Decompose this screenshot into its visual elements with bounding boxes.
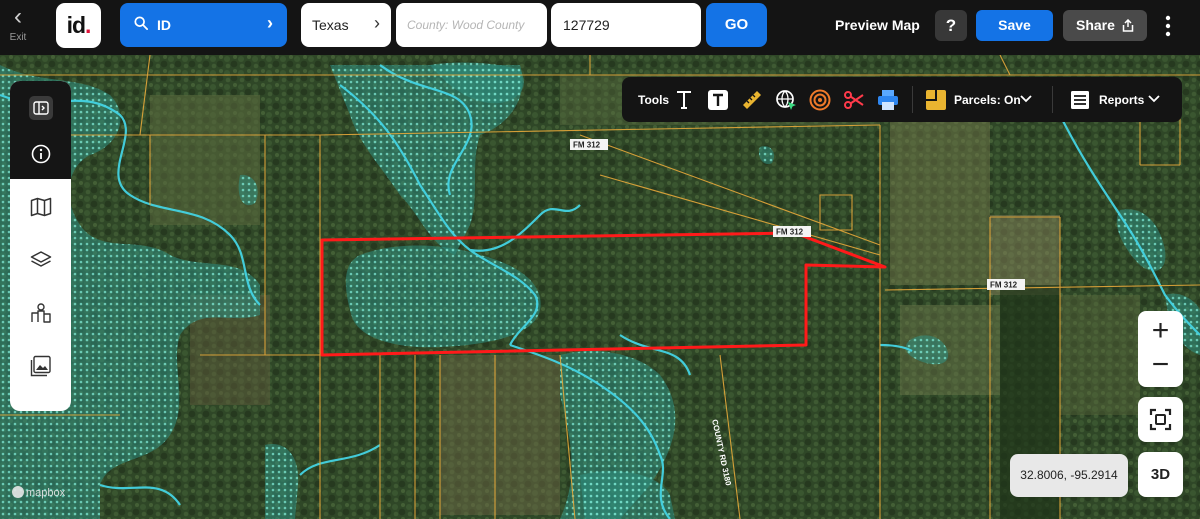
toolbar-divider (912, 86, 913, 113)
print-icon[interactable] (876, 88, 900, 112)
top-bar: ‹ Exit id. ID › Texas › GO Preview Map ?… (0, 0, 1200, 55)
satellite-map: FM 312 FM 312 FM 312 COUNTY RD 3180 (0, 55, 1200, 519)
layers-button[interactable] (10, 233, 71, 286)
share-icon (1122, 19, 1134, 32)
image-gallery-button[interactable] (10, 339, 71, 392)
info-button[interactable] (10, 127, 71, 180)
app-logo[interactable]: id. (56, 3, 101, 48)
text-outline-icon[interactable] (672, 88, 696, 112)
attribution-text: mapbox (26, 487, 66, 499)
toolbar-divider (1052, 86, 1053, 113)
focus-frame-icon (1149, 408, 1172, 431)
chevron-left-icon: ‹ (14, 3, 22, 30)
mapbox-attribution[interactable]: mapbox (12, 486, 65, 499)
svg-text:FM 312: FM 312 (573, 141, 601, 150)
parcels-label: Parcels: On (954, 93, 1021, 107)
buildings-icon (30, 302, 51, 323)
save-button[interactable]: Save (976, 10, 1053, 41)
state-selector[interactable]: Texas › (301, 3, 391, 47)
globe-cursor-icon[interactable] (774, 88, 798, 112)
info-icon (31, 144, 50, 163)
sidebar-toggle-icon (32, 100, 49, 115)
map-canvas[interactable]: FM 312 FM 312 FM 312 COUNTY RD 3180 Tool… (0, 55, 1200, 519)
layers-icon (30, 250, 51, 267)
parcels-toggle[interactable]: Parcels: On (954, 93, 1021, 107)
reports-dropdown[interactable]: Reports (1099, 93, 1144, 107)
svg-text:FM 312: FM 312 (990, 281, 1018, 290)
share-label: Share (1076, 17, 1115, 33)
logo-dot: . (85, 12, 91, 38)
help-button[interactable]: ? (935, 10, 967, 41)
zoom-out-button[interactable]: − (1138, 349, 1183, 385)
id-search-button[interactable]: ID › (120, 3, 287, 47)
ruler-icon[interactable] (740, 88, 764, 112)
reports-icon[interactable] (1068, 88, 1092, 112)
buildings-button[interactable] (10, 286, 71, 339)
fit-bounds-button[interactable] (1138, 397, 1183, 442)
buffer-rings-icon[interactable] (808, 88, 832, 112)
coordinates-readout[interactable]: 32.8006, -95.2914 (1010, 454, 1128, 497)
county-input[interactable] (396, 3, 547, 47)
chevron-down-icon[interactable] (1148, 95, 1160, 103)
road-label-fm312-c: FM 312 (987, 279, 1025, 290)
exit-button[interactable]: ‹ Exit (0, 0, 36, 55)
map-icon (30, 197, 51, 216)
map-style-button[interactable] (10, 180, 71, 233)
chevron-down-icon[interactable] (1020, 95, 1032, 103)
exit-label: Exit (9, 32, 27, 43)
road-label-fm312-a: FM 312 (570, 139, 608, 150)
road-label-fm312-b: FM 312 (773, 226, 811, 237)
image-gallery-icon (30, 355, 51, 376)
go-button[interactable]: GO (706, 3, 767, 47)
id-search-label: ID (157, 17, 171, 33)
reports-label: Reports (1099, 93, 1145, 107)
search-icon (134, 16, 148, 30)
chevron-right-icon: › (267, 13, 273, 33)
scissors-icon[interactable] (842, 88, 866, 112)
mapbox-logo-icon (12, 486, 24, 498)
share-button[interactable]: Share (1063, 10, 1147, 41)
svg-text:FM 312: FM 312 (776, 228, 804, 237)
more-menu-icon[interactable] (1160, 13, 1176, 39)
parcels-icon[interactable] (924, 88, 948, 112)
parcel-id-input[interactable] (551, 3, 701, 47)
zoom-in-button[interactable]: + (1138, 313, 1183, 349)
state-value: Texas (312, 17, 349, 33)
tools-bar: Tools Parcels: On Reports (622, 77, 1182, 122)
left-toolbar (10, 81, 71, 411)
view-3d-button[interactable]: 3D (1138, 452, 1183, 497)
text-box-icon[interactable] (706, 88, 730, 112)
preview-map-button[interactable]: Preview Map (835, 17, 920, 33)
zoom-control: + − (1138, 311, 1183, 387)
chevron-right-icon: › (374, 13, 380, 33)
logo-text: id (66, 12, 86, 38)
tools-label: Tools (638, 93, 670, 107)
